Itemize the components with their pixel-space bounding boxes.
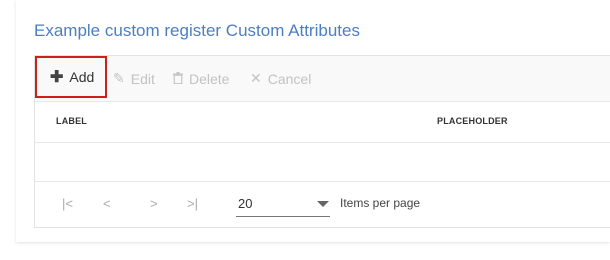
add-button[interactable]: ✚ Add bbox=[35, 56, 107, 98]
edit-button[interactable]: ✎ Edit bbox=[113, 56, 155, 101]
grid-header: LABEL PLACEHOLDER bbox=[35, 101, 610, 143]
card-title: Example custom register Custom Attribute… bbox=[34, 21, 360, 40]
cancel-button[interactable]: ✕ Cancel bbox=[250, 56, 311, 101]
next-page-button[interactable]: > bbox=[150, 196, 158, 211]
delete-button[interactable]: Delete bbox=[173, 56, 229, 101]
cancel-button-label: Cancel bbox=[267, 70, 312, 87]
edit-button-label: Edit bbox=[130, 70, 155, 87]
empty-grid-row bbox=[35, 142, 610, 182]
grid-pager: |< < > >| 20 Items per page bbox=[35, 181, 610, 228]
previous-page-button[interactable]: < bbox=[103, 196, 111, 211]
page-size-value: 20 bbox=[238, 196, 253, 211]
pencil-icon: ✎ bbox=[113, 70, 125, 86]
plus-icon: ✚ bbox=[50, 69, 64, 86]
first-page-button[interactable]: |< bbox=[62, 196, 73, 211]
last-page-button[interactable]: >| bbox=[187, 196, 198, 211]
attributes-grid: ✚ Add ✎ Edit Delete ✕ Cancel LABEL PLACE… bbox=[34, 55, 610, 228]
items-per-page-label: Items per page bbox=[340, 196, 421, 210]
caret-down-icon bbox=[317, 201, 329, 207]
column-header-label[interactable]: LABEL bbox=[56, 116, 87, 126]
add-button-label: Add bbox=[69, 69, 95, 85]
delete-button-label: Delete bbox=[189, 70, 230, 87]
trash-icon bbox=[173, 71, 183, 87]
close-icon: ✕ bbox=[250, 70, 262, 86]
attributes-card: Example custom register Custom Attribute… bbox=[16, 0, 610, 242]
page-size-select[interactable]: 20 bbox=[236, 192, 330, 217]
column-header-placeholder[interactable]: PLACEHOLDER bbox=[437, 116, 508, 126]
grid-toolbar: ✚ Add ✎ Edit Delete ✕ Cancel bbox=[35, 56, 610, 102]
